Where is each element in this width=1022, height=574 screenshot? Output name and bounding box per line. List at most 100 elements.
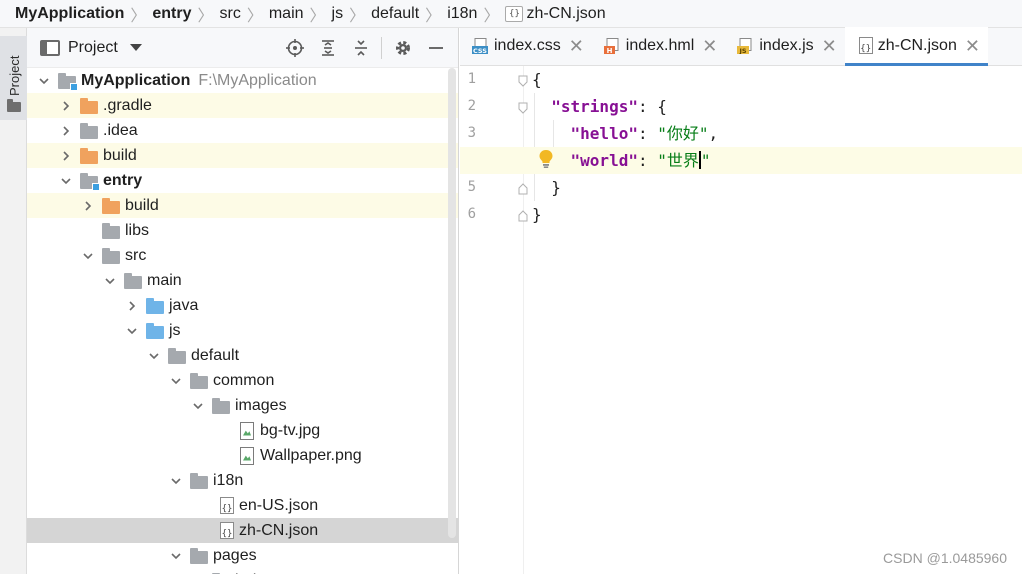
excluded-folder-icon [80,147,98,164]
tree-node-libs[interactable]: libs [27,218,458,243]
chevron-down-icon[interactable] [168,373,184,389]
toolbar-divider [381,37,382,59]
tree-node-index[interactable]: index [27,568,458,574]
tab-zh-cn-json[interactable]: {} zh-CN.json ✕ [844,27,989,66]
hide-icon[interactable] [419,28,452,68]
tab-index-hml[interactable]: H index.hml ✕ [592,27,726,65]
tree-node-src[interactable]: src [27,243,458,268]
project-panel-title[interactable]: Project [68,39,118,57]
breadcrumb-item-project[interactable]: MyApplication [15,5,124,23]
chevron-down-icon[interactable] [80,248,96,264]
lightbulb-icon[interactable] [538,149,554,169]
tree-node-label: build [125,196,159,214]
close-icon[interactable]: ✕ [569,37,584,55]
chevron-down-icon[interactable] [190,398,206,414]
chevron-down-icon[interactable] [36,73,52,89]
folder-icon [80,122,98,139]
tree-node-gradle[interactable]: .gradle [27,93,458,118]
hml-file-icon: H [603,38,620,55]
tree-node-main[interactable]: main [27,268,458,293]
chevron-right-icon[interactable] [124,298,140,314]
close-icon[interactable]: ✕ [822,37,837,55]
editor-area: CSS index.css ✕ H index.hml ✕ JS index.j… [460,27,1022,574]
tree-node-default[interactable]: default [27,343,458,368]
tab-label: index.hml [625,37,695,54]
chevron-down-icon[interactable] [168,548,184,564]
tree-node-entry-build[interactable]: build [27,193,458,218]
excluded-folder-icon [102,197,120,214]
project-panel-toolbar [278,28,452,68]
tree-node-en-us[interactable]: {} en-US.json [27,493,458,518]
json-file-icon: {} [505,5,524,22]
tree-node-label: MyApplication [81,71,191,89]
watermark: CSDN @1.0485960 [883,550,1007,566]
tree-node-idea[interactable]: .idea [27,118,458,143]
tree-node-label: js [169,321,181,339]
project-tree: MyApplication F:\MyApplication .gradle .… [27,68,458,574]
project-tool-window-label: Project [7,55,22,96]
locate-icon[interactable] [278,28,311,68]
fold-end-icon[interactable] [518,209,528,222]
breadcrumb-item-i18n[interactable]: i18n [447,5,477,23]
tree-node-label: i18n [213,471,244,489]
breadcrumb-separator-icon: 〉 [349,7,366,25]
tree-node-i18n[interactable]: i18n [27,468,458,493]
tree-node-build[interactable]: build [27,143,458,168]
fold-end-icon[interactable] [518,182,528,195]
expand-all-icon[interactable] [311,28,344,68]
json-file-icon: {} [218,496,236,515]
tree-node-java[interactable]: java [27,293,458,318]
code-line: } [551,178,561,197]
collapse-all-icon[interactable] [344,28,377,68]
breadcrumb-item-entry[interactable]: entry [152,5,191,23]
close-icon[interactable]: ✕ [702,37,717,55]
tree-node-pages[interactable]: pages [27,543,458,568]
image-file-icon [240,446,254,465]
close-icon[interactable]: ✕ [965,37,980,55]
tree-node-images[interactable]: images [27,393,458,418]
tree-node-js[interactable]: js [27,318,458,343]
gear-icon[interactable] [386,28,419,68]
line-number: 3 [467,125,476,141]
chevron-down-icon[interactable] [168,473,184,489]
code-line: "hello": "你好", [570,124,719,143]
tab-index-js[interactable]: JS index.js ✕ [725,27,844,65]
line-number: 6 [467,206,476,222]
fold-marker-icon[interactable] [518,101,528,114]
chevron-right-icon[interactable] [80,198,96,214]
chevron-down-icon[interactable] [129,44,142,51]
tree-node-wallpaper[interactable]: Wallpaper.png [27,443,458,468]
chevron-right-icon[interactable] [58,98,74,114]
code-area[interactable]: { "strings": { "hello": "你好", "world": "… [460,66,1022,574]
tree-node-entry[interactable]: entry [27,168,458,193]
tree-node-zh-cn[interactable]: {} zh-CN.json [27,518,458,543]
chevron-right-icon[interactable] [58,123,74,139]
chevron-right-icon[interactable] [58,148,74,164]
breadcrumb-item-src[interactable]: src [220,5,241,23]
editor-tab-bar: CSS index.css ✕ H index.hml ✕ JS index.j… [460,27,1022,66]
fold-marker-icon[interactable] [518,74,528,87]
breadcrumb-item-js[interactable]: js [332,5,344,23]
project-panel-scrollbar[interactable] [448,68,456,538]
chevron-down-icon[interactable] [124,323,140,339]
chevron-down-icon[interactable] [58,173,74,189]
tab-index-css[interactable]: CSS index.css ✕ [460,27,592,65]
tree-node-common[interactable]: common [27,368,458,393]
chevron-down-icon[interactable] [102,273,118,289]
code-line: { [532,70,542,89]
module-folder-icon [80,172,100,191]
tree-node-label: libs [125,221,150,239]
tree-node-bg-tv[interactable]: bg-tv.jpg [27,418,458,443]
css-file-icon: CSS [472,38,488,55]
tree-node-label: Wallpaper.png [260,446,362,464]
tree-node-label: main [147,271,182,289]
project-panel: Project MyApplication F:\MyApplication .… [27,28,459,574]
chevron-down-icon[interactable] [146,348,162,364]
project-tool-window-button[interactable]: Project [0,36,27,120]
breadcrumb-item-default[interactable]: default [371,5,419,23]
breadcrumb-item-file[interactable]: zh-CN.json [526,5,605,23]
tree-node-root[interactable]: MyApplication F:\MyApplication [27,68,458,93]
breadcrumb-item-main[interactable]: main [269,5,304,23]
js-file-icon: JS [737,38,753,55]
project-view-icon [40,39,60,56]
